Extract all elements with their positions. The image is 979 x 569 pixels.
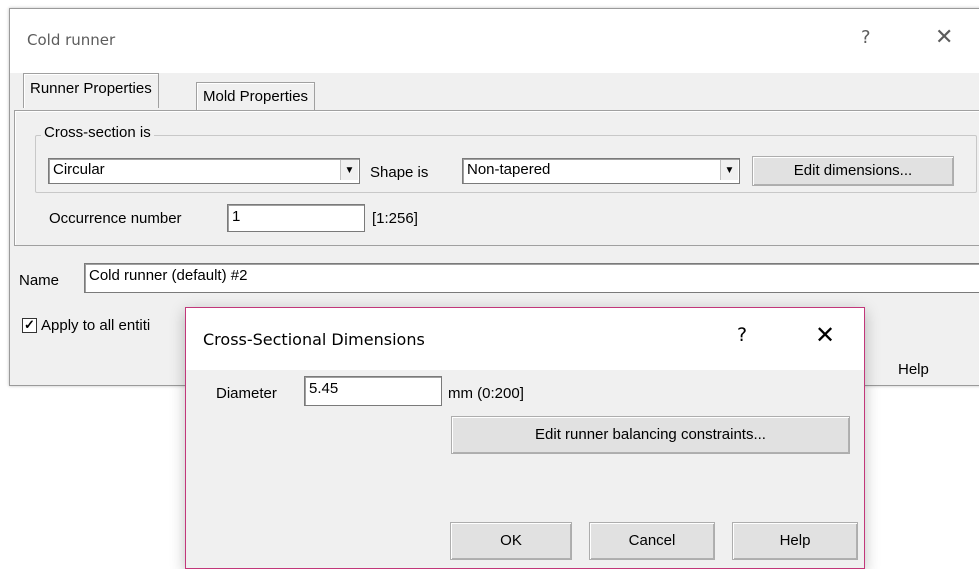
diameter-label: Diameter	[216, 385, 277, 402]
apply-all-label: Apply to all entiti	[41, 317, 151, 334]
dialog-title: Cross-Sectional Dimensions	[203, 330, 425, 349]
help-icon[interactable]: ?	[737, 324, 747, 346]
dialog-titlebar: Cross-Sectional Dimensions ? ✕	[186, 308, 864, 370]
shape-value: Non-tapered	[467, 161, 551, 178]
window-titlebar: Cold runner ? ✕	[10, 9, 979, 73]
shape-select[interactable]: Non-tapered ▼	[462, 158, 740, 184]
cancel-button[interactable]: Cancel	[589, 522, 715, 560]
tab-mold-properties[interactable]: Mold Properties	[196, 82, 316, 111]
name-label: Name	[19, 272, 60, 289]
occurrence-number-field[interactable]: 1	[227, 204, 365, 232]
cross-section-label: Cross-section is	[41, 124, 154, 141]
window-title: Cold runner	[27, 31, 116, 49]
ok-button[interactable]: OK	[450, 522, 572, 560]
apply-all-checkbox[interactable]: ✓	[22, 318, 37, 333]
cross-section-select[interactable]: Circular ▼	[48, 158, 360, 184]
diameter-value: 5.45	[309, 380, 339, 397]
help-button[interactable]: Help	[898, 361, 929, 378]
diameter-field[interactable]: 5.45	[304, 376, 442, 406]
diameter-unit: mm (0:200]	[448, 385, 524, 402]
dialog-help-button[interactable]: Help	[732, 522, 858, 560]
shape-label: Shape is	[370, 164, 429, 181]
tab-runner-properties[interactable]: Runner Properties	[23, 73, 159, 108]
edit-dimensions-button[interactable]: Edit dimensions...	[752, 156, 954, 186]
edit-runner-balancing-button[interactable]: Edit runner balancing constraints...	[451, 416, 850, 454]
occurrence-label: Occurrence number	[49, 210, 182, 227]
occurrence-range: [1:256]	[372, 210, 418, 227]
help-icon[interactable]: ?	[861, 27, 871, 48]
chevron-down-icon[interactable]: ▼	[720, 160, 738, 180]
cross-section-value: Circular	[53, 161, 105, 178]
name-value: Cold runner (default) #2	[89, 267, 248, 284]
occurrence-value: 1	[232, 208, 241, 225]
close-icon[interactable]: ✕	[935, 25, 953, 50]
chevron-down-icon[interactable]: ▼	[340, 160, 358, 180]
name-field[interactable]: Cold runner (default) #2	[84, 263, 979, 293]
close-icon[interactable]: ✕	[815, 321, 835, 349]
cross-sectional-dimensions-dialog: Cross-Sectional Dimensions ? ✕ Diameter …	[185, 307, 865, 569]
